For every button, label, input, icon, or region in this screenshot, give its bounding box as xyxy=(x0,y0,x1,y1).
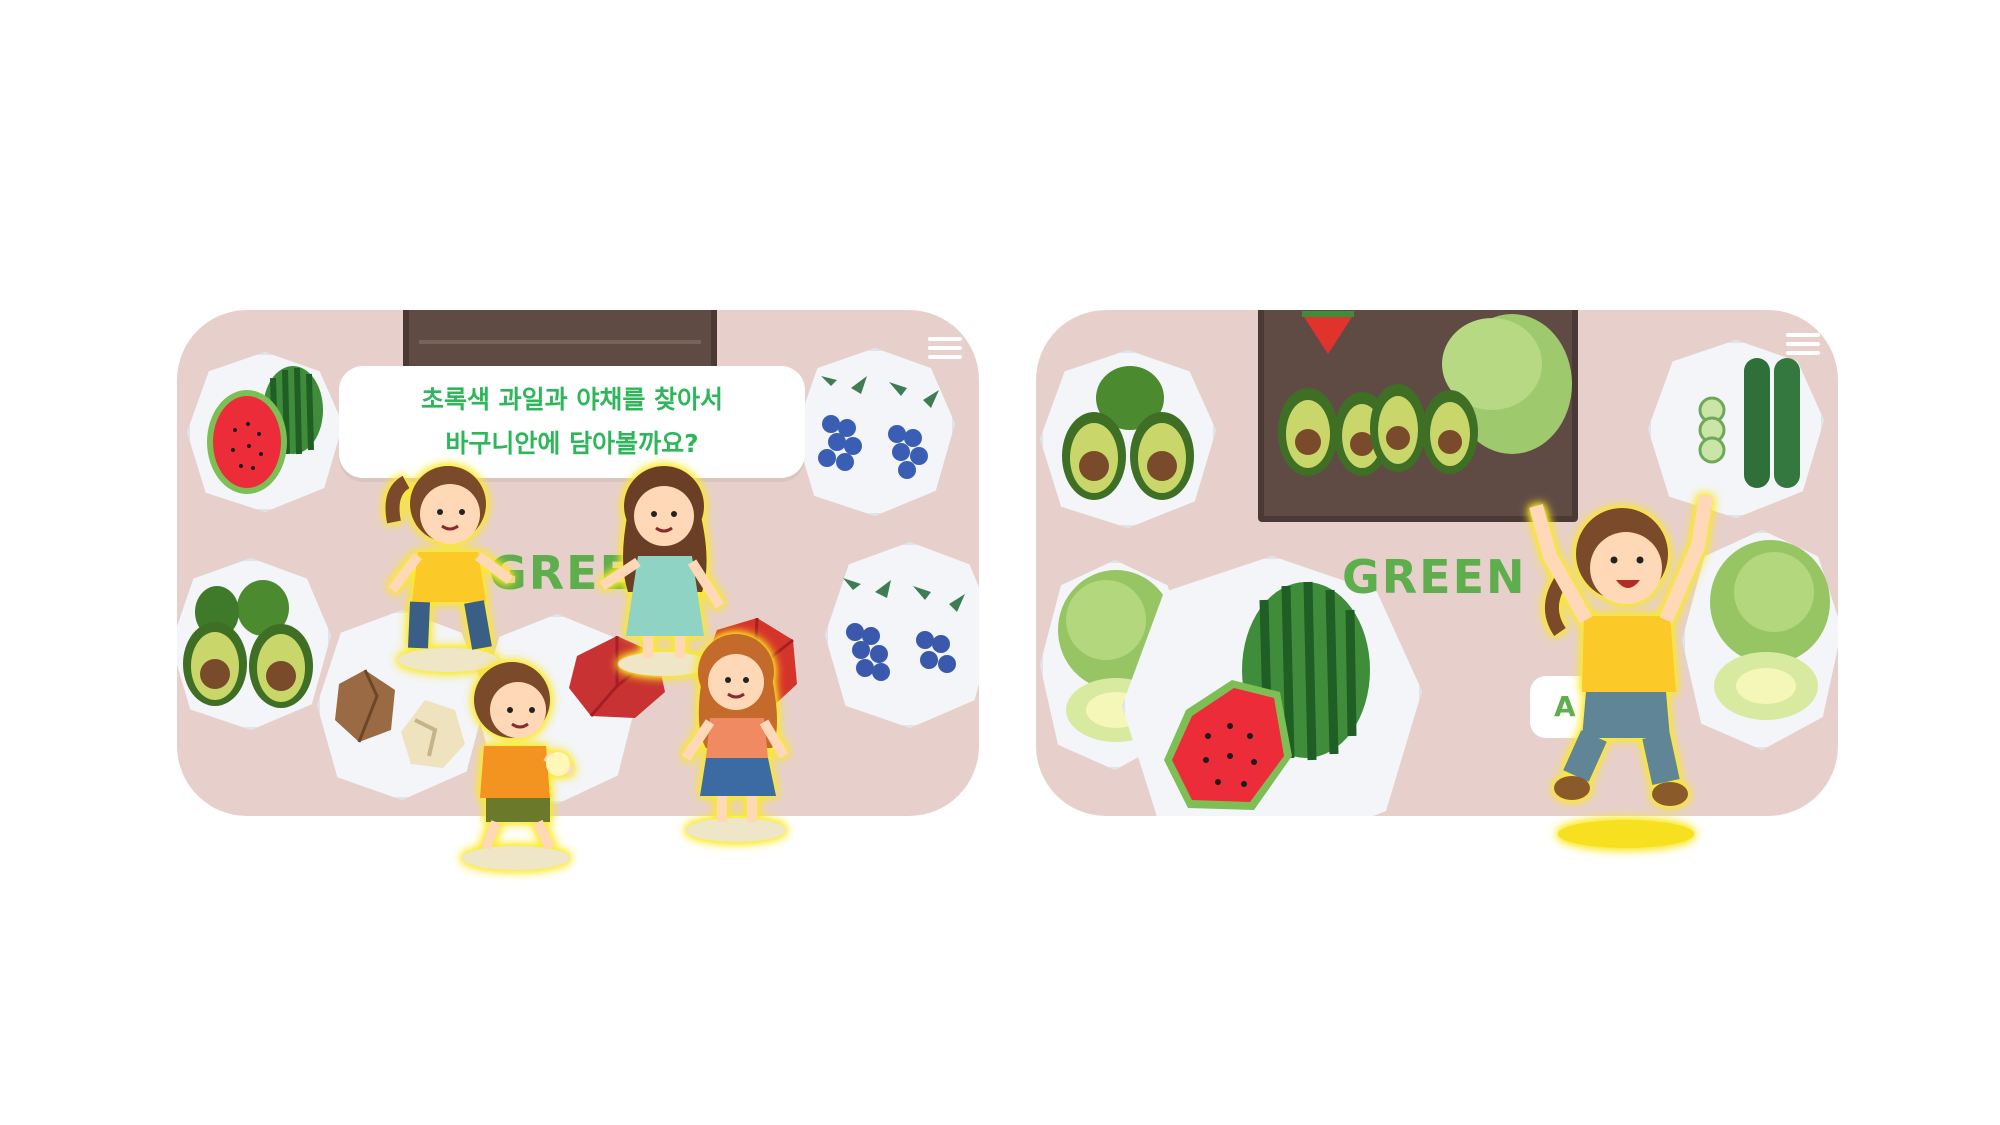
instruction-line-1: 초록색 과일과 야채를 찾아서 xyxy=(420,385,724,414)
avocado-icon[interactable] xyxy=(177,578,327,718)
child-boy-orange-shirt[interactable] xyxy=(446,652,586,872)
watermelon-icon[interactable] xyxy=(193,358,343,498)
green-sign: GREEN xyxy=(1342,550,1527,604)
blueberry-icon[interactable] xyxy=(831,570,979,700)
child-girl-yellow-shirt[interactable] xyxy=(378,452,518,674)
avocado-icon[interactable] xyxy=(1048,360,1208,510)
child-girl-coral-shirt[interactable] xyxy=(672,618,802,848)
blueberry-icon[interactable] xyxy=(801,366,951,496)
menu-icon[interactable] xyxy=(928,332,962,366)
child-jumping-yellow-shirt[interactable] xyxy=(1516,456,1726,856)
